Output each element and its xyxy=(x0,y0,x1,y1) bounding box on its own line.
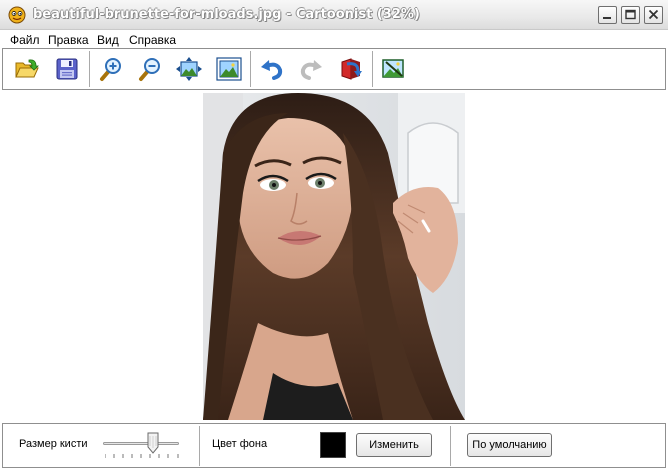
default-button[interactable]: По умолчанию xyxy=(467,433,552,457)
reset-button[interactable] xyxy=(336,54,366,84)
open-button[interactable] xyxy=(12,54,42,84)
close-button[interactable] xyxy=(644,6,663,24)
photo[interactable] xyxy=(203,93,465,420)
menu-edit[interactable]: Правка xyxy=(48,33,89,47)
title-bar: beautiful-brunette-for-mloads.jpg - Cart… xyxy=(0,0,668,30)
panel-separator xyxy=(450,426,451,466)
menu-view[interactable]: Вид xyxy=(97,33,119,47)
toolbar xyxy=(2,48,666,90)
fit-to-window-icon xyxy=(176,57,202,81)
cartoonist-app-icon xyxy=(8,6,26,24)
window-title: beautiful-brunette-for-mloads.jpg - Cart… xyxy=(33,7,420,22)
undo-button[interactable] xyxy=(257,54,287,84)
close-icon xyxy=(648,9,659,20)
redo-arrow-icon xyxy=(300,60,322,80)
bg-color-swatch[interactable] xyxy=(320,432,346,458)
minimize-icon xyxy=(603,17,611,19)
zoom-out-icon xyxy=(139,58,160,81)
cartoonize-picture-icon xyxy=(382,59,404,78)
menu-bar: Файл Правка Вид Справка xyxy=(0,30,668,48)
minimize-button[interactable] xyxy=(598,6,617,24)
brush-size-slider[interactable] xyxy=(103,442,179,445)
bg-color-label: Цвет фона xyxy=(212,438,268,450)
fit-window-button[interactable] xyxy=(174,54,204,84)
portrait-photo xyxy=(203,93,465,420)
zoom-out-button[interactable] xyxy=(135,54,165,84)
undo-arrow-icon xyxy=(261,60,283,80)
toolbar-separator xyxy=(89,51,90,87)
slider-ticks xyxy=(105,454,179,458)
toolbar-separator xyxy=(372,51,373,87)
brush-size-label: Размер кисти xyxy=(19,438,88,450)
folder-open-icon xyxy=(15,59,39,78)
actual-size-icon xyxy=(216,57,242,81)
bottom-panel: Размер кисти Цвет фона Изменить По умолч… xyxy=(2,423,666,468)
actual-size-button[interactable] xyxy=(214,54,244,84)
menu-file[interactable]: Файл xyxy=(10,33,40,47)
cartoonize-button[interactable] xyxy=(378,54,408,84)
zoom-in-icon xyxy=(100,58,121,81)
maximize-button[interactable] xyxy=(621,6,640,24)
save-button[interactable] xyxy=(52,54,82,84)
toolbar-separator xyxy=(250,51,251,87)
panel-separator xyxy=(199,426,200,466)
redo-button[interactable] xyxy=(296,54,326,84)
zoom-in-button[interactable] xyxy=(96,54,126,84)
maximize-icon xyxy=(625,9,636,20)
floppy-save-icon xyxy=(56,58,78,80)
change-color-button[interactable]: Изменить xyxy=(356,433,432,457)
revert-icon xyxy=(341,58,362,80)
menu-help[interactable]: Справка xyxy=(129,33,176,47)
image-canvas[interactable] xyxy=(0,91,668,421)
slider-thumb[interactable] xyxy=(147,432,159,454)
